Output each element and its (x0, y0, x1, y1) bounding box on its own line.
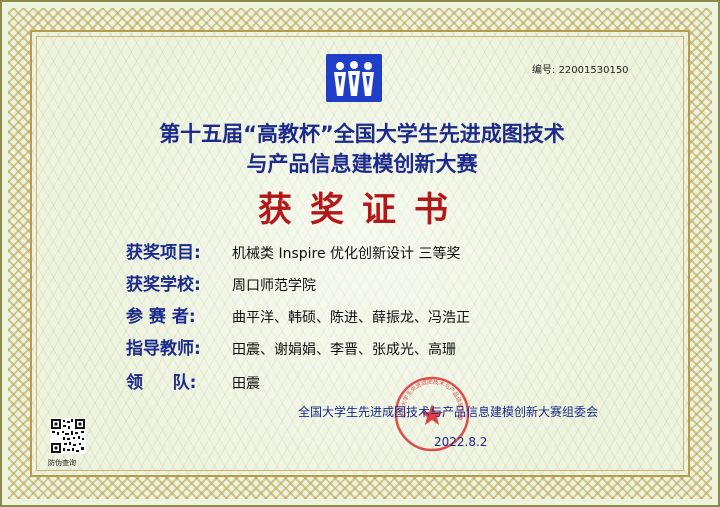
title-line-2: 与产品信息建模创新大赛 (246, 152, 478, 176)
field-advisors: 指导教师: 田震、谢娟娟、李晋、张成光、高珊 (126, 334, 456, 359)
certificate: 编号: 22001530150 第十五届“高教杯”全国大学生先进成图技术 与产品… (0, 0, 720, 507)
field-label: 指导教师: (126, 339, 201, 359)
field-value: 田震 (232, 376, 260, 392)
field-label: 获奖项目: (126, 243, 201, 263)
title-line-1: 第十五届“高教杯”全国大学生先进成图技术 (159, 122, 565, 146)
field-value: 机械类 Inspire 优化创新设计 三等奖 (232, 246, 461, 262)
qr-label: 防伪查询 (48, 459, 76, 467)
field-participants: 参 赛 者: 曲平洋、韩硕、陈进、薛振龙、冯浩正 (126, 302, 470, 327)
field-project: 获奖项目: 机械类 Inspire 优化创新设计 三等奖 (126, 238, 460, 263)
field-label: 领 队: (126, 373, 197, 393)
qr-code-icon[interactable] (50, 418, 86, 454)
field-team-leader: 领 队: 田震 (126, 368, 260, 393)
issue-date: 2022.8.2 (434, 435, 488, 449)
field-value: 曲平洋、韩硕、陈进、薛振龙、冯浩正 (232, 310, 470, 326)
field-label: 获奖学校: (126, 275, 201, 295)
serial-value: 22001530150 (558, 65, 629, 76)
organizing-committee: 全国大学生先进成图技术与产品信息建模创新大赛组委会 (298, 405, 599, 419)
certificate-heading: 获奖证书 (258, 190, 466, 230)
competition-logo-icon (326, 54, 382, 102)
field-school: 获奖学校: 周口师范学院 (126, 270, 316, 295)
serial-number: 编号: 22001530150 (532, 61, 629, 76)
field-label: 参 赛 者: (126, 307, 196, 327)
serial-label: 编号: (532, 65, 556, 76)
field-value: 周口师范学院 (232, 278, 316, 294)
field-value: 田震、谢娟娟、李晋、张成光、高珊 (232, 342, 456, 358)
